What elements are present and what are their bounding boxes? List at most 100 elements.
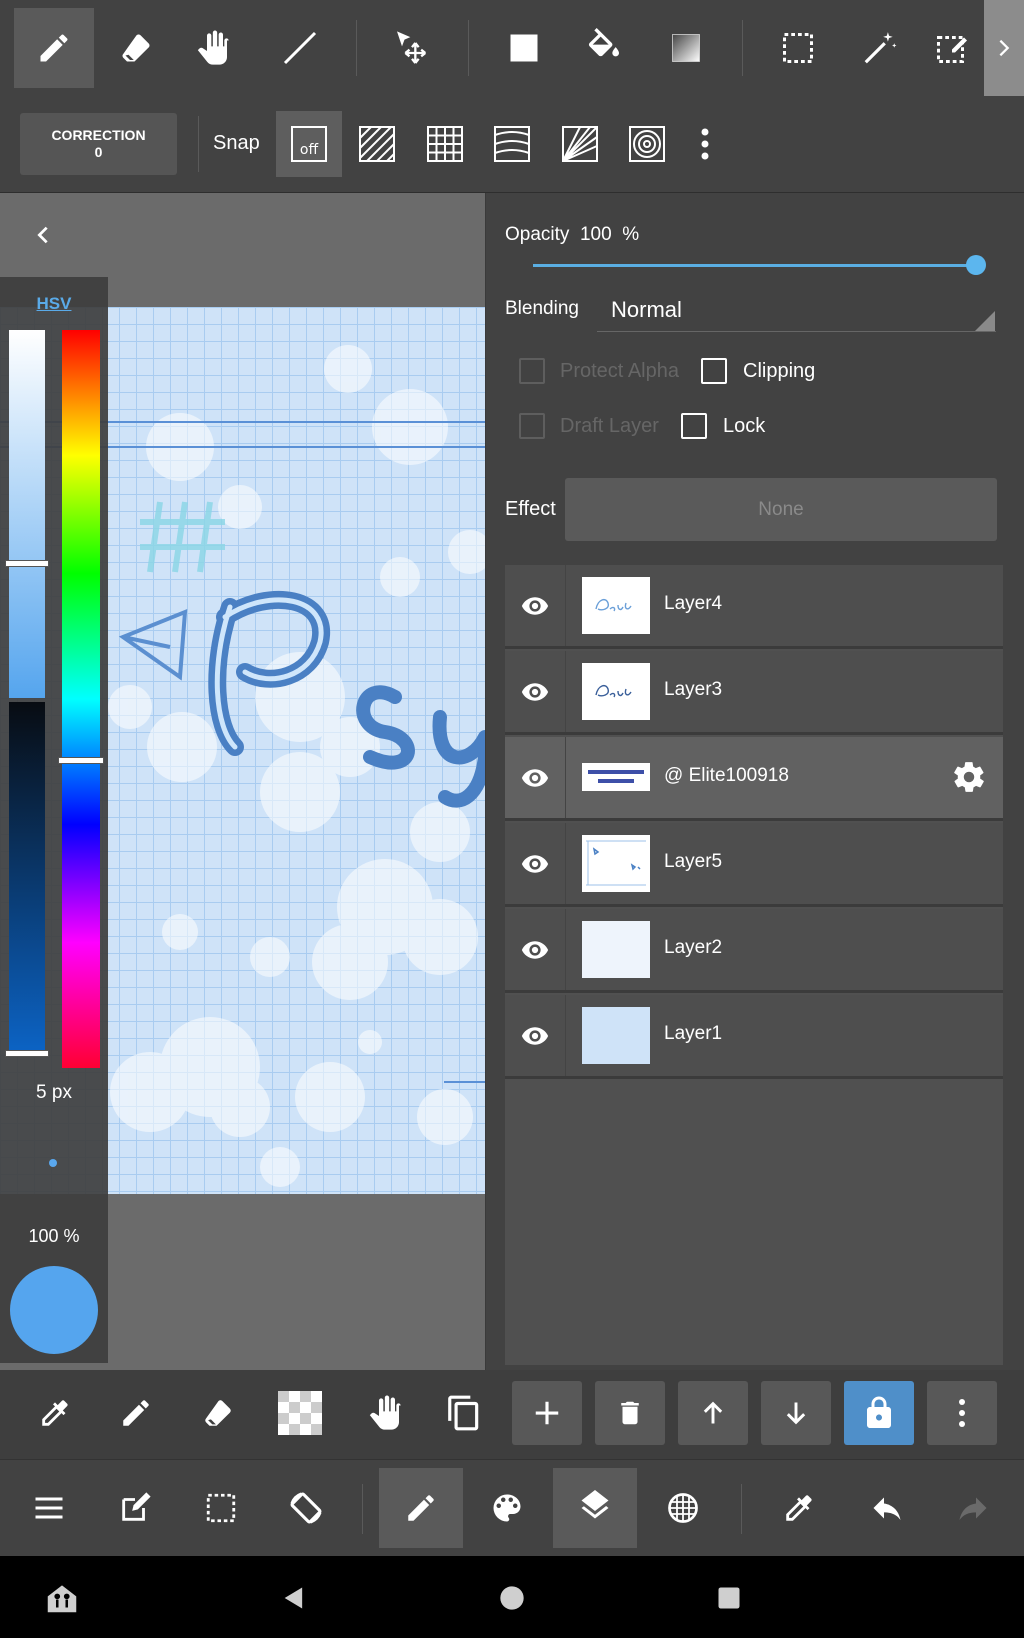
effect-button[interactable]: None	[565, 478, 997, 541]
snap-grid-button[interactable]	[412, 111, 478, 177]
toolbar-scroll-right[interactable]	[984, 0, 1024, 96]
snap-curve-button[interactable]	[479, 111, 545, 177]
redo-icon	[959, 1497, 987, 1520]
hue-slider[interactable]	[62, 330, 100, 1068]
layer-name: Layer1	[664, 1023, 723, 1044]
system-home-button[interactable]	[490, 1576, 534, 1620]
move-layer-up-button[interactable]	[678, 1381, 748, 1445]
layer-thumbnail	[582, 835, 650, 892]
opacity-slider-thumb[interactable]	[966, 255, 986, 275]
select-rect-tool-button[interactable]	[758, 8, 838, 88]
eyedropper-button[interactable]	[20, 1381, 90, 1445]
correction-value: 0	[94, 144, 103, 160]
pen-icon	[40, 34, 68, 62]
eye-icon	[521, 940, 549, 959]
filled-square-icon	[510, 34, 538, 62]
select-pen-tool-button[interactable]	[920, 8, 984, 88]
system-back-button[interactable]	[272, 1576, 316, 1620]
lock-checkbox[interactable]	[681, 413, 707, 439]
visibility-toggle[interactable]	[505, 565, 566, 646]
snap-off-button[interactable]: off	[276, 111, 342, 177]
layer-row[interactable]: Layer2	[505, 909, 1003, 993]
more-vertical-icon	[959, 1399, 965, 1427]
color-palette-button[interactable]	[465, 1468, 549, 1548]
layer-row[interactable]: Layer4	[505, 565, 1003, 649]
pen-icon	[408, 1495, 434, 1521]
blending-mode-select[interactable]: Normal	[611, 297, 682, 323]
correction-button[interactable]: CORRECTION 0	[20, 113, 177, 175]
lock-layer-button[interactable]	[844, 1381, 914, 1445]
arrow-down-icon	[786, 1402, 806, 1425]
brush-panel-button[interactable]	[379, 1468, 463, 1548]
eye-icon	[521, 854, 549, 873]
snap-circle-button[interactable]	[614, 111, 680, 177]
visibility-toggle[interactable]	[505, 823, 566, 904]
hue-marker[interactable]	[58, 757, 104, 764]
value-slider[interactable]	[9, 702, 45, 1056]
nav-eyedropper-button[interactable]	[757, 1468, 841, 1548]
snap-parallel-button[interactable]	[344, 111, 410, 177]
redo-button[interactable]	[931, 1468, 1015, 1548]
layer-more-button[interactable]	[927, 1381, 997, 1445]
snap-more-button[interactable]	[683, 111, 727, 177]
add-layer-button[interactable]	[512, 1381, 582, 1445]
visibility-toggle[interactable]	[505, 651, 566, 732]
layer-row[interactable]: Layer3	[505, 651, 1003, 735]
layers-panel-button[interactable]	[553, 1468, 637, 1548]
system-tools-button[interactable]	[40, 1576, 84, 1620]
opacity-slider-track[interactable]	[533, 264, 975, 267]
edit-button[interactable]	[93, 1468, 177, 1548]
visibility-toggle[interactable]	[505, 909, 566, 990]
system-recents-button[interactable]	[707, 1576, 751, 1620]
current-color-swatch[interactable]	[10, 1266, 98, 1354]
transparent-color-button[interactable]	[265, 1381, 335, 1445]
delete-layer-button[interactable]	[595, 1381, 665, 1445]
chevron-right-icon	[999, 39, 1010, 57]
layer-settings-button[interactable]	[951, 759, 987, 795]
trash-icon	[621, 1401, 639, 1425]
back-triangle-icon	[284, 1587, 303, 1609]
brush-size-preview	[49, 1159, 57, 1167]
material-button[interactable]	[641, 1468, 725, 1548]
layer-row[interactable]: Layer1	[505, 995, 1003, 1079]
hand-tool-button[interactable]	[172, 8, 252, 88]
hand-quick-button[interactable]	[349, 1381, 419, 1445]
rotate-canvas-button[interactable]	[264, 1468, 348, 1548]
clipping-checkbox[interactable]	[701, 358, 727, 384]
clipping-label: Clipping	[743, 360, 816, 382]
copy-layer-button[interactable]	[429, 1381, 499, 1445]
eraser-quick-button[interactable]	[183, 1381, 253, 1445]
line-tool-button[interactable]	[260, 8, 340, 88]
fill-rect-tool-button[interactable]	[484, 8, 564, 88]
saturation-slider[interactable]	[9, 330, 45, 698]
layer-row[interactable]: Layer5	[505, 823, 1003, 907]
protect-alpha-checkbox[interactable]	[519, 358, 545, 384]
pen-icon	[123, 1400, 149, 1426]
magic-wand-tool-button[interactable]	[840, 8, 920, 88]
selection-button[interactable]	[179, 1468, 263, 1548]
gradient-tool-button[interactable]	[646, 8, 726, 88]
pen-tool-button[interactable]	[14, 8, 94, 88]
snap-toolbar: CORRECTION 0 Snap off	[0, 96, 1024, 193]
draft-layer-label: Draft Layer	[560, 415, 659, 437]
undo-button[interactable]	[845, 1468, 929, 1548]
draft-layer-checkbox[interactable]	[519, 413, 545, 439]
visibility-toggle[interactable]	[505, 737, 566, 818]
visibility-toggle[interactable]	[505, 995, 566, 1076]
bucket-tool-button[interactable]	[564, 8, 644, 88]
pen-quick-button[interactable]	[101, 1381, 171, 1445]
color-mode-tab[interactable]: HSV	[0, 294, 108, 314]
collapse-panel-button[interactable]	[28, 220, 58, 250]
eyedropper-icon	[42, 1400, 68, 1426]
value-marker[interactable]	[5, 1050, 49, 1057]
snap-radial-button[interactable]	[547, 111, 613, 177]
move-layer-down-button[interactable]	[761, 1381, 831, 1445]
toolbar-divider	[742, 20, 743, 76]
eraser-tool-button[interactable]	[96, 8, 176, 88]
menu-button[interactable]	[7, 1468, 91, 1548]
hamburger-menu-icon	[35, 1497, 63, 1519]
lock-icon	[867, 1396, 891, 1428]
saturation-marker[interactable]	[5, 560, 49, 567]
move-tool-button[interactable]	[372, 8, 452, 88]
layer-row-selected[interactable]: @ Elite100918	[505, 737, 1003, 821]
